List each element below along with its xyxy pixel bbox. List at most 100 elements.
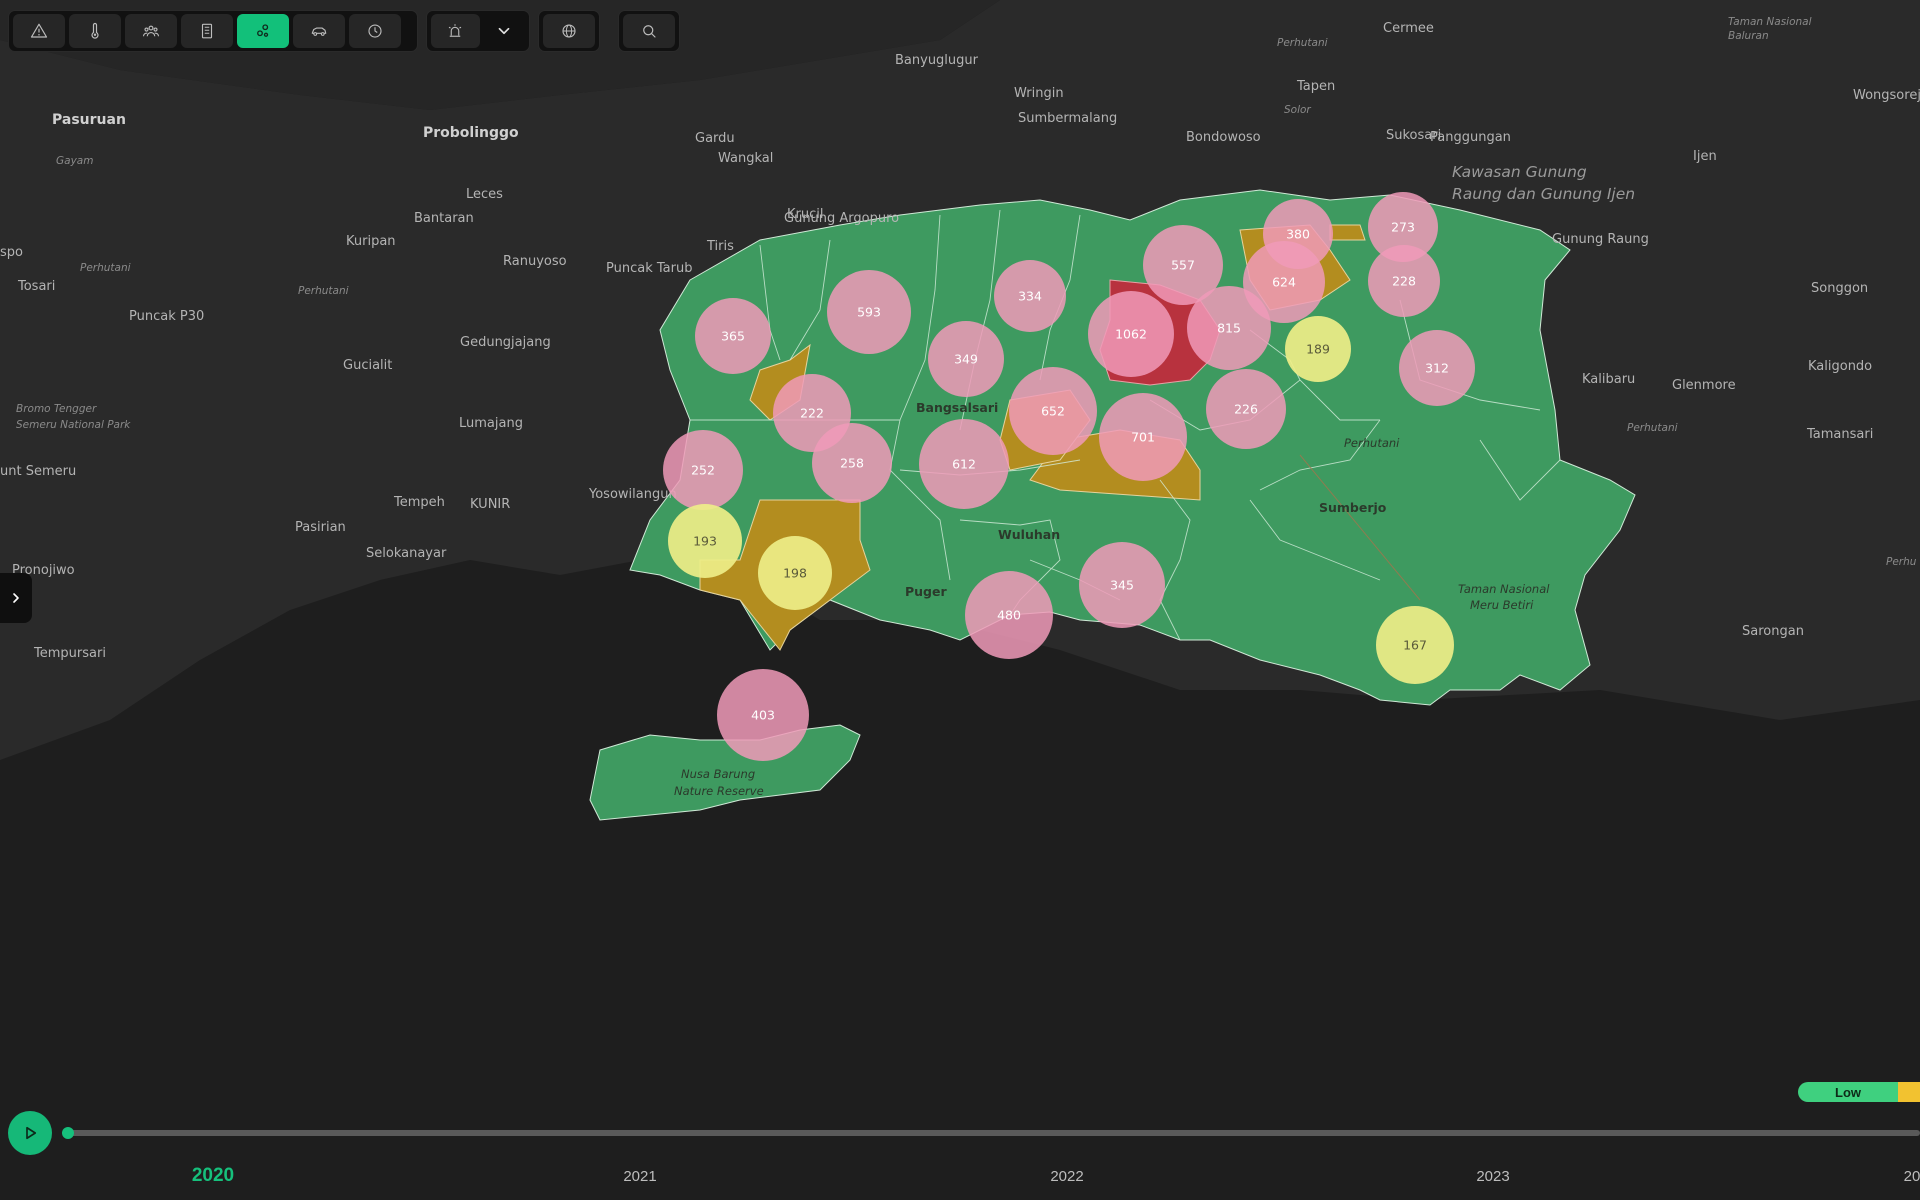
place-label: Gedungjajang xyxy=(460,335,551,350)
cluster-bubble[interactable]: 198 xyxy=(758,536,832,610)
place-label: Kaligondo xyxy=(1808,359,1872,374)
place-label: Pasuruan xyxy=(52,112,126,128)
cluster-count-label: 198 xyxy=(783,566,807,581)
map-canvas[interactable]: Pasuruan Probolinggo Banyuglugur Perhutani C… xyxy=(0,0,1920,1200)
place-label: Leces xyxy=(466,187,503,202)
cluster-count-label: 189 xyxy=(1306,342,1330,357)
cluster-count-label: 312 xyxy=(1425,361,1449,376)
cluster-bubble[interactable]: 349 xyxy=(928,321,1004,397)
cluster-bubble[interactable]: 312 xyxy=(1399,330,1475,406)
cluster-bubble[interactable]: 258 xyxy=(812,423,892,503)
place-label: Gucialit xyxy=(343,358,392,373)
alert-toolbar xyxy=(426,10,530,52)
cluster-count-label: 652 xyxy=(1041,404,1065,419)
timeline-year-label[interactable]: 2023 xyxy=(1476,1168,1509,1185)
cluster-count-label: 815 xyxy=(1217,321,1241,336)
risk-legend: Low xyxy=(1798,1082,1920,1102)
cluster-bubble[interactable]: 252 xyxy=(663,430,743,510)
layer-toolbar xyxy=(8,10,418,52)
cluster-count-label: 403 xyxy=(751,708,775,723)
timeline-year-label[interactable]: 2020 xyxy=(192,1165,234,1187)
clock-icon xyxy=(368,24,382,38)
cluster-count-label: 701 xyxy=(1131,430,1155,445)
place-label: Panggungan xyxy=(1430,130,1511,145)
cluster-count-label: 252 xyxy=(691,463,715,478)
region-medium[interactable] xyxy=(1329,224,1366,241)
cluster-count-label: 349 xyxy=(954,352,978,367)
place-label: Wuluhan xyxy=(998,527,1060,542)
place-label: Tempeh xyxy=(393,495,445,510)
timeline-thumb[interactable] xyxy=(62,1127,74,1139)
cluster-count-label: 228 xyxy=(1392,274,1416,289)
cluster-bubble[interactable]: 593 xyxy=(827,270,911,354)
thermometer-icon xyxy=(91,22,99,39)
place-label: Meru Betiri xyxy=(1470,598,1534,612)
cluster-bubble[interactable]: 228 xyxy=(1368,245,1440,317)
place-label: Sumberjo xyxy=(1319,500,1387,515)
cluster-bubble[interactable]: 815 xyxy=(1187,286,1271,370)
cluster-bubble[interactable]: 480 xyxy=(965,571,1053,659)
cluster-bubble[interactable]: 189 xyxy=(1285,316,1351,382)
cluster-bubble[interactable]: 701 xyxy=(1099,393,1187,481)
place-label: Kuripan xyxy=(346,234,396,249)
place-label: Tamansari xyxy=(1806,427,1873,442)
cluster-bubble[interactable]: 612 xyxy=(919,419,1009,509)
alert-layer-button[interactable] xyxy=(431,14,480,48)
cluster-bubble[interactable]: 345 xyxy=(1079,542,1165,628)
side-panel-toggle[interactable] xyxy=(0,573,32,623)
cluster-bubble[interactable]: 334 xyxy=(994,260,1066,332)
place-label: Raung dan Gunung Ijen xyxy=(1452,185,1635,203)
history-layer-button[interactable] xyxy=(349,14,401,48)
place-label: Perhutani xyxy=(80,262,131,274)
place-label: Taman Nasional xyxy=(1458,582,1550,596)
place-label: Gayam xyxy=(56,155,93,167)
search-toolbar xyxy=(618,10,680,52)
place-label: Cermee xyxy=(1383,21,1434,36)
place-label: Semeru National Park xyxy=(16,419,131,431)
population-layer-button[interactable] xyxy=(125,14,177,48)
cluster-count-label: 334 xyxy=(1018,289,1042,304)
place-label: Tapen xyxy=(1296,79,1335,94)
cluster-bubble[interactable]: 1062 xyxy=(1088,291,1174,377)
place-label: Tempursari xyxy=(33,646,106,661)
warning-icon xyxy=(30,23,48,38)
place-label: Nature Reserve xyxy=(674,784,764,798)
temperature-layer-button[interactable] xyxy=(69,14,121,48)
timeline-year-label[interactable]: 2022 xyxy=(1050,1168,1083,1185)
legend-low-label: Low xyxy=(1798,1082,1898,1102)
place-label: Perhutani xyxy=(1344,436,1400,450)
place-label: Sarongan xyxy=(1742,624,1804,639)
alert-dropdown-button[interactable] xyxy=(484,14,525,48)
place-label: Kalibaru xyxy=(1582,372,1635,387)
building-layer-button[interactable] xyxy=(181,14,233,48)
place-label: KUNIR xyxy=(470,497,510,512)
place-label: Perhutani xyxy=(1627,422,1678,434)
play-button[interactable] xyxy=(8,1111,52,1155)
cluster-count-label: 365 xyxy=(721,329,745,344)
cluster-count-label: 273 xyxy=(1391,220,1415,235)
traffic-layer-button[interactable] xyxy=(293,14,345,48)
cluster-bubble[interactable]: 226 xyxy=(1206,369,1286,449)
place-label: Bondowoso xyxy=(1186,130,1261,145)
warning-layer-button[interactable] xyxy=(13,14,65,48)
timeline-year-label[interactable]: 20 xyxy=(1904,1168,1920,1185)
basemap-button[interactable] xyxy=(543,14,595,48)
timeline-year-label[interactable]: 2021 xyxy=(623,1168,656,1185)
cluster-bubble[interactable]: 652 xyxy=(1009,367,1097,455)
cluster-count-label: 258 xyxy=(840,456,864,471)
cluster-bubble[interactable]: 193 xyxy=(668,504,742,578)
cluster-bubble[interactable]: 365 xyxy=(695,298,771,374)
place-label: Lumajang xyxy=(459,416,523,431)
cluster-count-label: 1062 xyxy=(1115,327,1147,342)
cluster-layer-button[interactable] xyxy=(237,14,289,48)
search-icon xyxy=(643,25,656,38)
cluster-bubble[interactable]: 403 xyxy=(717,669,809,761)
cluster-bubble[interactable]: 167 xyxy=(1376,606,1454,684)
search-button[interactable] xyxy=(623,14,675,48)
siren-icon xyxy=(449,24,462,37)
place-label: Bromo Tengger xyxy=(16,403,97,415)
place-label: Probolinggo xyxy=(423,125,519,141)
place-label: unt Semeru xyxy=(0,464,76,479)
timeline-track[interactable] xyxy=(68,1130,1920,1136)
place-label: Pasirian xyxy=(295,520,346,535)
